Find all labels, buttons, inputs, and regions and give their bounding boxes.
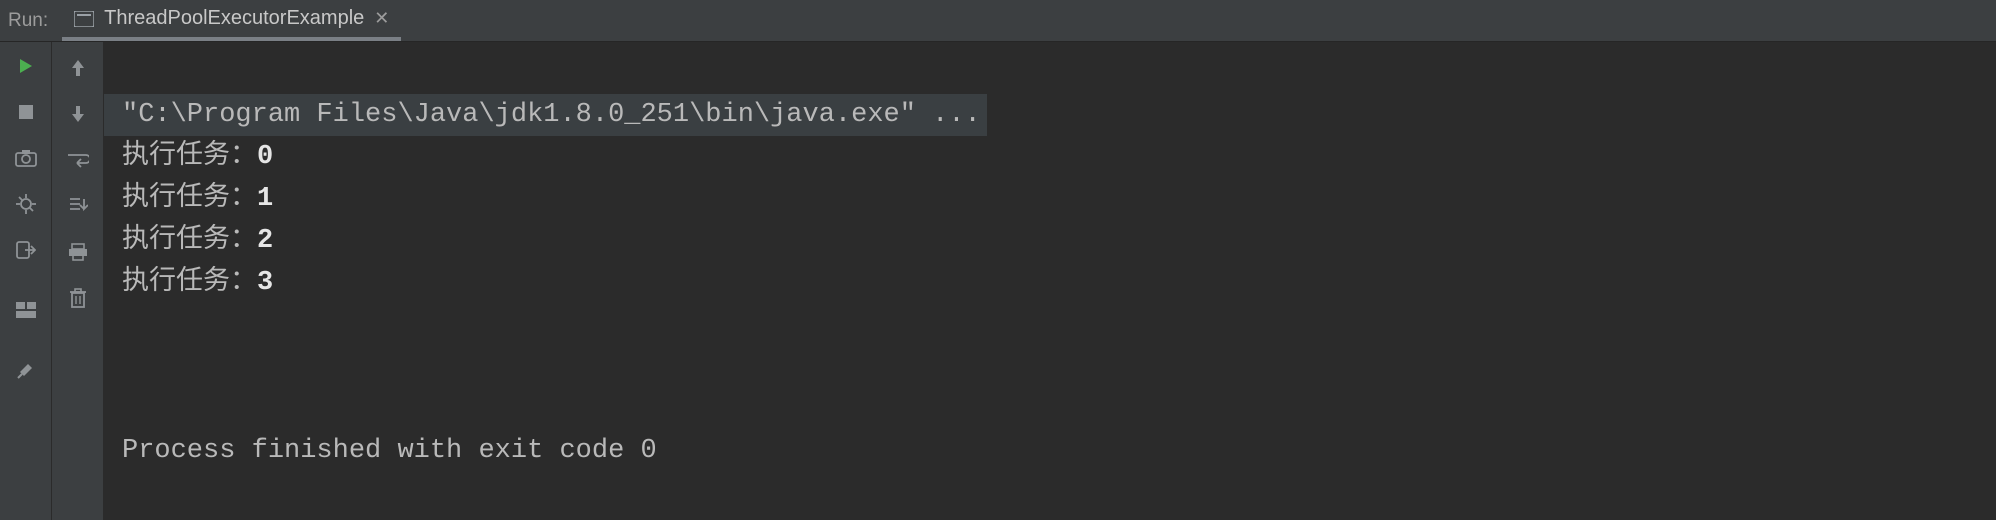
process-finished-line: Process finished with exit code 0: [104, 430, 1996, 472]
run-config-icon: [74, 11, 94, 27]
console-line: 执行任务：0: [104, 136, 1996, 178]
run-label: Run:: [0, 10, 62, 32]
softwrap-icon[interactable]: [64, 146, 92, 174]
stop-icon[interactable]: [12, 98, 40, 126]
primary-toolbar: [0, 42, 52, 520]
tab-title: ThreadPoolExecutorExample: [104, 7, 364, 30]
layout-icon[interactable]: [12, 296, 40, 324]
pin-icon[interactable]: [12, 356, 40, 384]
exit-icon[interactable]: [12, 236, 40, 264]
rerun-icon[interactable]: [12, 52, 40, 80]
console-line: 执行任务：1: [104, 178, 1996, 220]
debug-icon[interactable]: [12, 190, 40, 218]
down-arrow-icon[interactable]: [64, 100, 92, 128]
console-line: 执行任务：2: [104, 220, 1996, 262]
camera-icon[interactable]: [12, 144, 40, 172]
console-line: 执行任务：3: [104, 262, 1996, 304]
print-icon[interactable]: [64, 238, 92, 266]
secondary-toolbar: [52, 42, 104, 520]
run-tab[interactable]: ThreadPoolExecutorExample ✕: [62, 0, 401, 41]
command-line: "C:\Program Files\Java\jdk1.8.0_251\bin\…: [104, 94, 987, 136]
close-icon[interactable]: ✕: [374, 8, 389, 29]
console-output[interactable]: "C:\Program Files\Java\jdk1.8.0_251\bin\…: [104, 42, 1996, 520]
scroll-to-end-icon[interactable]: [64, 192, 92, 220]
up-arrow-icon[interactable]: [64, 54, 92, 82]
trash-icon[interactable]: [64, 284, 92, 312]
toolwindow-header: Run: ThreadPoolExecutorExample ✕: [0, 0, 1996, 42]
